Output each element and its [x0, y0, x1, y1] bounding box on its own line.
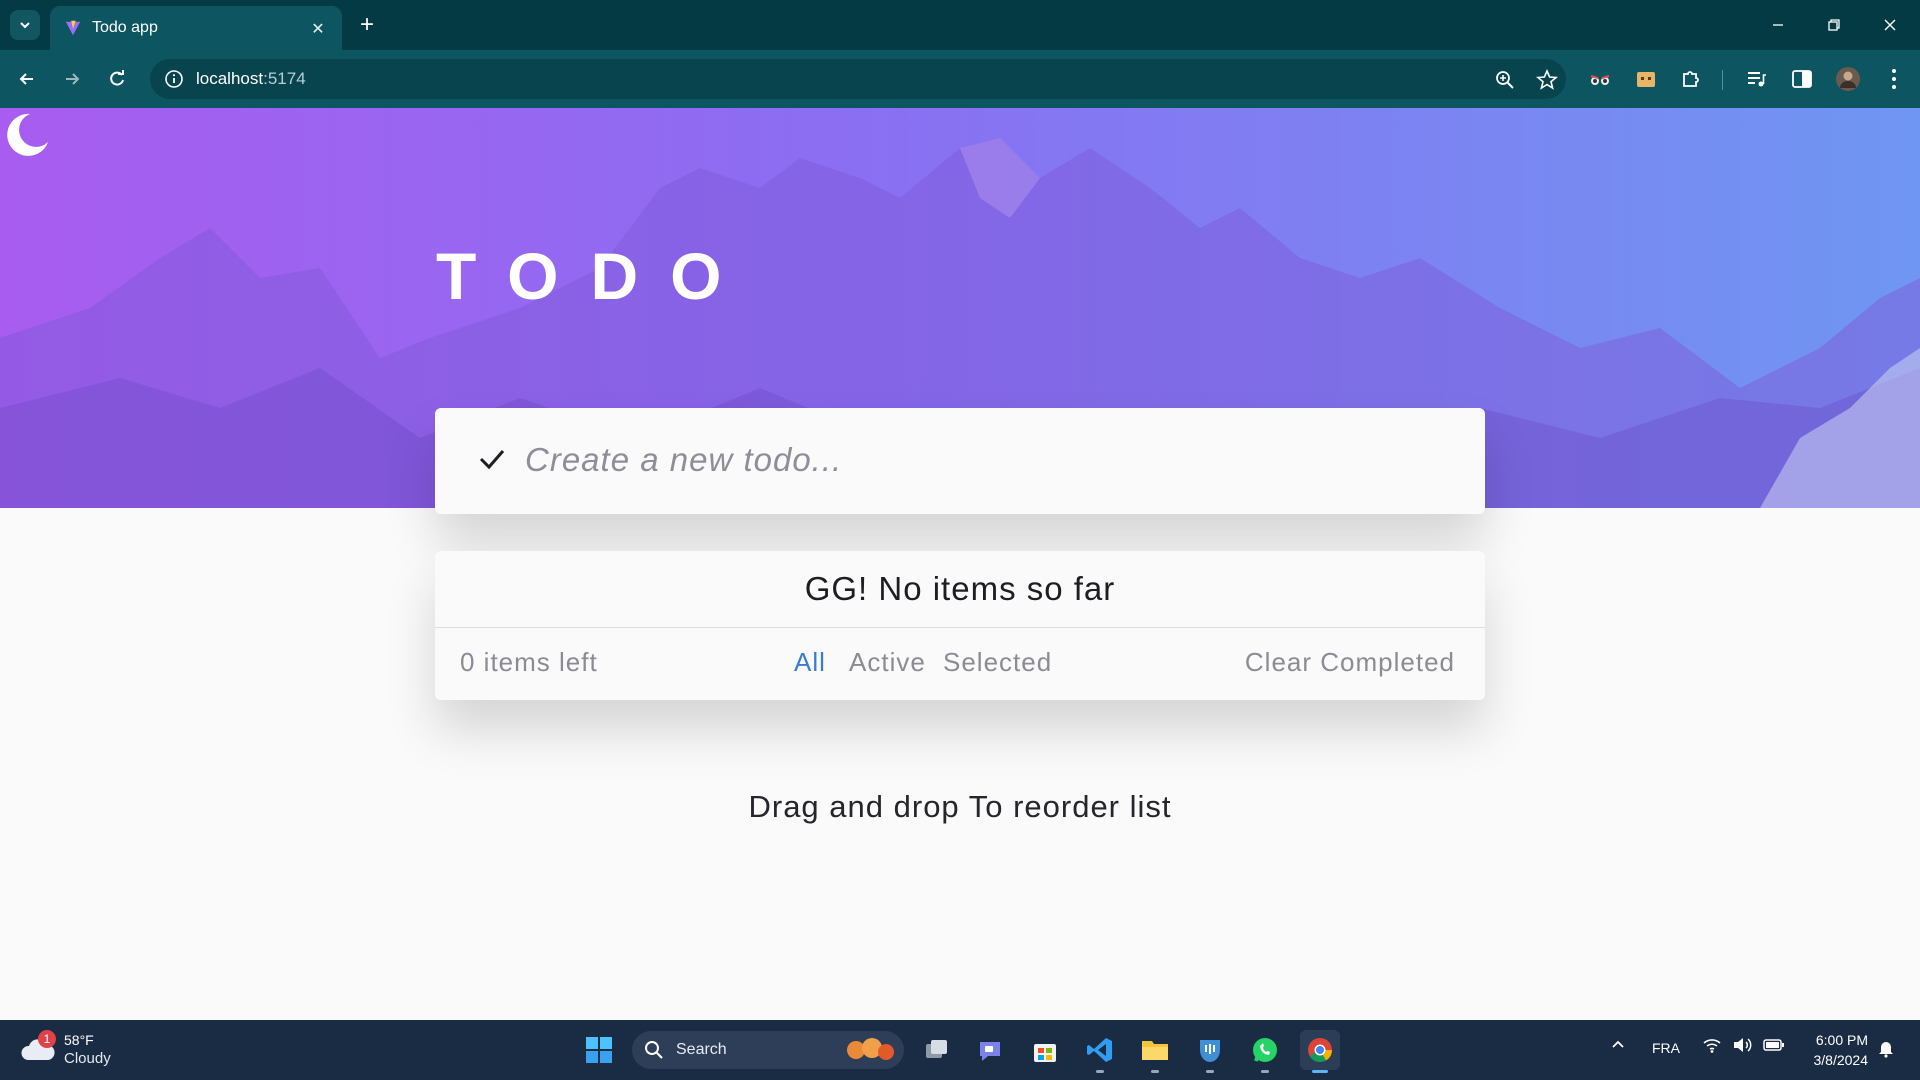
extension-glasses-icon[interactable]	[1584, 63, 1616, 95]
vscode-button[interactable]	[1080, 1030, 1120, 1073]
reload-button[interactable]	[100, 62, 134, 96]
items-left-count: 0 items left	[460, 647, 598, 677]
windows-logo-icon	[586, 1037, 612, 1063]
input-language-indicator[interactable]: FRA	[1652, 1040, 1680, 1056]
battery-icon[interactable]	[1763, 1036, 1785, 1057]
weather-widget[interactable]: 1 58°F Cloudy	[20, 1030, 160, 1070]
chevron-down-icon	[20, 22, 30, 29]
restore-icon	[1828, 19, 1840, 31]
new-todo-card	[435, 408, 1485, 514]
site-info-icon[interactable]	[164, 69, 184, 89]
running-indicator	[1312, 1070, 1328, 1073]
url-text: localhost:5174	[196, 69, 306, 88]
weather-temperature: 58°F	[64, 1032, 94, 1048]
windows-taskbar: 1 58°F Cloudy Search FRA 6:00 PM 3/8/202…	[0, 1020, 1920, 1080]
task-view-button[interactable]	[917, 1030, 957, 1070]
shield-app-button[interactable]	[1190, 1030, 1230, 1073]
tab-title: Todo app	[92, 19, 158, 36]
notification-bell-icon[interactable]	[1876, 1038, 1896, 1061]
moon-icon[interactable]	[0, 108, 52, 160]
whatsapp-button[interactable]	[1245, 1030, 1285, 1073]
close-window-button[interactable]	[1870, 8, 1910, 42]
checkmark-icon[interactable]	[475, 442, 509, 476]
weather-condition: Cloudy	[64, 1050, 111, 1067]
minimize-icon	[1773, 24, 1783, 26]
microsoft-store-button[interactable]	[1025, 1030, 1065, 1070]
system-clock[interactable]: 6:00 PM 3/8/2024	[1796, 1030, 1869, 1070]
profile-avatar[interactable]	[1832, 63, 1864, 95]
restore-button[interactable]	[1814, 8, 1854, 42]
vscode-icon	[1087, 1038, 1112, 1062]
toolbar-divider	[1722, 70, 1723, 90]
new-tab-button[interactable]: +	[352, 10, 382, 40]
chrome-icon	[1308, 1038, 1332, 1063]
running-indicator	[1096, 1070, 1104, 1073]
side-panel-icon[interactable]	[1786, 63, 1818, 95]
page-content: TODO GG! No items so far 0 items left Al…	[0, 108, 1920, 1020]
browser-tab[interactable]: Todo app ✕	[50, 6, 342, 50]
volume-icon[interactable]	[1732, 1036, 1752, 1057]
running-indicator	[1151, 1070, 1159, 1073]
browser-toolbar: localhost:5174	[0, 50, 1920, 108]
running-indicator	[1206, 1070, 1214, 1073]
filter-selected-button[interactable]: Selected	[943, 647, 1052, 678]
shield-icon	[1200, 1040, 1220, 1062]
zoom-icon[interactable]	[1494, 69, 1516, 91]
filter-all-button[interactable]: All	[794, 647, 826, 678]
chrome-button[interactable]	[1300, 1030, 1340, 1073]
chevron-up-icon	[1612, 1040, 1624, 1048]
list-footer: 0 items left All Active Selected Clear C…	[435, 628, 1485, 700]
close-icon	[1884, 19, 1896, 31]
search-highlight-art-icon	[847, 1038, 894, 1060]
whatsapp-icon	[1253, 1038, 1277, 1062]
app-title: TODO	[436, 239, 754, 313]
browser-menu-icon[interactable]	[1878, 63, 1910, 95]
filter-active-button[interactable]: Active	[849, 647, 926, 678]
search-label: Search	[676, 1041, 727, 1058]
extension-box-icon[interactable]	[1630, 63, 1662, 95]
arrow-left-icon	[19, 73, 33, 85]
tab-close-icon[interactable]: ✕	[308, 19, 328, 38]
start-button[interactable]	[579, 1030, 619, 1070]
vite-favicon-icon	[65, 20, 81, 36]
forward-button[interactable]	[55, 62, 89, 96]
browser-tab-strip: Todo app ✕ +	[0, 0, 1920, 50]
reload-icon	[110, 70, 124, 86]
taskbar-search[interactable]: Search	[632, 1031, 904, 1069]
back-button[interactable]	[10, 62, 44, 96]
tab-search-button[interactable]	[10, 10, 40, 40]
wifi-icon[interactable]	[1702, 1036, 1722, 1057]
reorder-hint: Drag and drop To reorder list	[748, 789, 1172, 824]
extensions-puzzle-icon[interactable]	[1675, 63, 1707, 95]
store-icon	[1034, 1044, 1056, 1062]
bookmark-star-icon[interactable]	[1536, 69, 1558, 91]
clock-date: 3/8/2024	[1813, 1052, 1869, 1068]
folder-icon	[1142, 1041, 1168, 1060]
address-bar[interactable]: localhost:5174	[150, 59, 1566, 99]
empty-list-message: GG! No items so far	[435, 551, 1485, 628]
running-indicator	[1261, 1070, 1269, 1073]
new-todo-input[interactable]	[525, 430, 1445, 490]
media-control-icon[interactable]	[1740, 63, 1772, 95]
chat-icon	[980, 1042, 1000, 1061]
show-hidden-icons-button[interactable]	[1610, 1036, 1626, 1055]
todo-list-card: GG! No items so far 0 items left All Act…	[435, 551, 1485, 700]
task-view-icon	[926, 1040, 947, 1058]
arrow-right-icon	[66, 73, 80, 85]
clock-time: 6:00 PM	[1815, 1032, 1868, 1048]
weather-alert-badge: 1	[38, 1030, 56, 1048]
clear-completed-button[interactable]: Clear Completed	[1245, 647, 1455, 678]
teams-chat-button[interactable]	[970, 1030, 1010, 1070]
minimize-button[interactable]	[1758, 8, 1798, 42]
file-explorer-button[interactable]	[1135, 1030, 1175, 1073]
search-icon	[645, 1041, 663, 1059]
